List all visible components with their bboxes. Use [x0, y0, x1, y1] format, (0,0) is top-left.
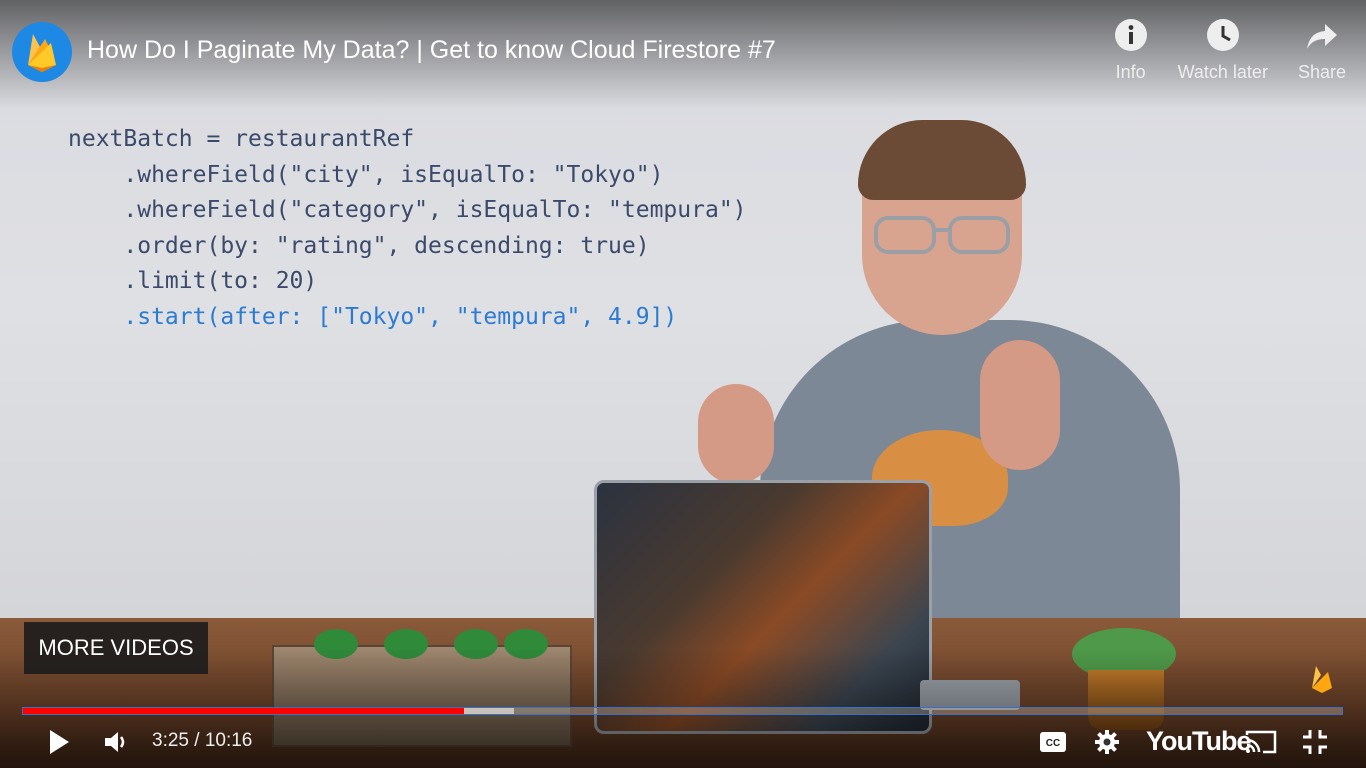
code-snippet: nextBatch = restaurantRef .whereField("c… [68, 122, 747, 335]
video-frame[interactable]: nextBatch = restaurantRef .whereField("c… [0, 0, 1366, 768]
exit-fullscreen-icon [1303, 730, 1327, 754]
time-display: 3:25 / 10:16 [152, 730, 253, 751]
info-button[interactable]: Info [1114, 18, 1148, 83]
video-title[interactable]: How Do I Paginate My Data? | Get to know… [87, 36, 776, 65]
more-videos-button[interactable]: MORE VIDEOS [24, 622, 208, 674]
settings-button[interactable] [1090, 720, 1124, 764]
info-label: Info [1115, 62, 1146, 82]
channel-avatar[interactable] [12, 22, 72, 82]
watch-later-label: Watch later [1177, 62, 1268, 82]
captions-button[interactable]: CC [1036, 720, 1070, 764]
code-line: .order(by: "rating", descending: true) [68, 232, 650, 259]
presenter-right-hand [980, 340, 1060, 470]
share-arrow-icon [1306, 24, 1337, 49]
glasses [874, 216, 1010, 254]
clock-icon [1206, 19, 1239, 51]
play-button[interactable] [40, 720, 78, 764]
settings-icon [1095, 730, 1119, 754]
top-actions: Info Watch later Share [1114, 18, 1346, 83]
progress-played [23, 708, 464, 714]
captions-icon: CC [1040, 732, 1066, 752]
code-line: nextBatch = restaurantRef [68, 126, 415, 152]
code-line: .whereField("category", isEqualTo: "temp… [68, 197, 747, 223]
share-button[interactable]: Share [1298, 18, 1346, 83]
presenter-left-hand [698, 384, 774, 484]
presenter-hair [858, 120, 1026, 200]
firebase-logo-icon [28, 34, 56, 72]
cast-icon [1245, 730, 1277, 754]
progress-bar[interactable] [22, 707, 1343, 715]
info-icon [1114, 19, 1147, 51]
exit-fullscreen-button[interactable] [1298, 720, 1332, 764]
svg-text:CC: CC [1046, 738, 1060, 749]
play-icon [50, 730, 69, 754]
code-line: .whereField("city", isEqualTo: "Tokyo") [68, 161, 664, 188]
code-line-highlighted: .start(after: ["Tokyo", "tempura", 4.9]) [68, 303, 678, 330]
youtube-logo[interactable]: YouTube [1146, 726, 1251, 757]
watch-later-button[interactable]: Watch later [1178, 18, 1268, 83]
mute-button[interactable] [100, 720, 132, 764]
share-label: Share [1297, 62, 1346, 82]
volume-icon [105, 732, 125, 752]
firebase-watermark-icon[interactable] [1310, 664, 1334, 694]
cast-button[interactable] [1242, 720, 1280, 764]
code-line: .limit(to: 20) [68, 268, 318, 294]
